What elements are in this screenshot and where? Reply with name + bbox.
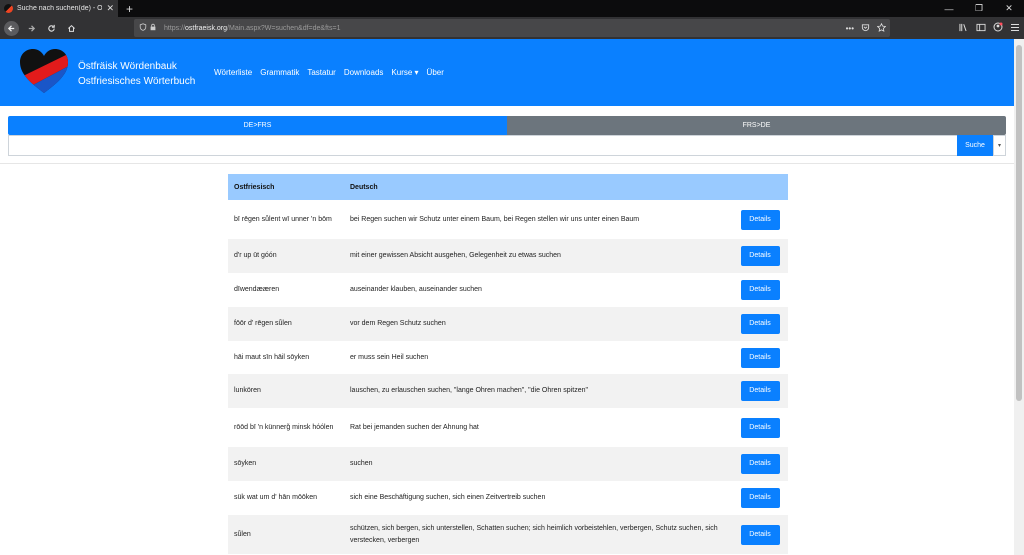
- browser-navbar: https://ostfraeisk.org/Main.aspx?W=suche…: [0, 17, 1024, 39]
- account-icon[interactable]: [993, 22, 1003, 34]
- table-row: rōōd bī 'n künnerǧ minsk hóólen Rat bei …: [228, 408, 788, 447]
- bookmark-star-icon[interactable]: [876, 22, 887, 34]
- cell-deutsch: lauschen, zu erlauschen suchen, "lange O…: [350, 387, 588, 394]
- menu-kurse-dropdown[interactable]: Kurse ▾: [391, 68, 418, 77]
- cell-deutsch: er muss sein Heil suchen: [350, 353, 429, 361]
- scrollbar-thumb[interactable]: [1016, 45, 1022, 401]
- page-actions-icon[interactable]: •••: [846, 24, 854, 33]
- cell-ostfriesisch: fōōr d' rēgen sǖlen: [234, 320, 292, 327]
- browser-tab-active[interactable]: Suche nach suchen(de) - Östfräi ✕: [0, 0, 118, 17]
- tab-title: Suche nach suchen(de) - Östfräi: [17, 5, 103, 12]
- url-text: https://ostfraeisk.org/Main.aspx?W=suche…: [164, 25, 340, 32]
- window-controls: — ❐ ✕: [934, 0, 1024, 17]
- page-scrollbar[interactable]: [1014, 39, 1024, 555]
- direction-de-frs-button[interactable]: DE>FRS: [8, 116, 507, 135]
- page-viewport: Östfräisk Wördenbauk Ostfriesisches Wört…: [0, 39, 1014, 555]
- restore-icon[interactable]: ❐: [964, 0, 994, 17]
- lock-icon[interactable]: [148, 23, 158, 33]
- new-tab-button[interactable]: +: [126, 3, 133, 15]
- details-button[interactable]: Details: [740, 381, 780, 401]
- tab-close-icon[interactable]: ✕: [106, 4, 114, 13]
- browser-toolbar-right: [959, 17, 1020, 39]
- cell-ostfriesisch: hāi maut sīn hāil sōyken: [234, 353, 310, 361]
- hamburger-menu-icon[interactable]: [1010, 23, 1020, 34]
- cell-deutsch: mit einer gewissen Absicht ausgehen, Gel…: [350, 252, 561, 259]
- pocket-icon[interactable]: [861, 23, 870, 34]
- cell-ostfriesisch: bī rēgen sǖlent wī unner 'n bōm: [234, 215, 332, 223]
- cell-ostfriesisch: sōyken: [234, 460, 257, 467]
- site-favicon-icon: [4, 4, 13, 13]
- cell-ostfriesisch: sük wat um d' hān mōōken: [234, 494, 318, 501]
- cell-ostfriesisch: d'r up ūt góón: [234, 252, 277, 259]
- search-bar: Suche ▾: [8, 135, 1006, 156]
- home-icon[interactable]: [63, 20, 79, 36]
- back-icon[interactable]: [4, 20, 19, 36]
- url-path: /Main.aspx?W=suchen&df=de&fts=1: [227, 24, 341, 32]
- cell-ostfriesisch: dīwendææren: [234, 286, 280, 293]
- cell-ostfriesisch: rōōd bī 'n künnerǧ minsk hóólen: [234, 423, 334, 431]
- details-button[interactable]: Details: [740, 246, 780, 266]
- table-row: fōōr d' rēgen sǖlen vor dem Regen Schutz…: [228, 307, 788, 341]
- cell-ostfriesisch: lunkören: [234, 387, 261, 394]
- column-header-ostfriesisch: Ostfriesisch: [234, 183, 275, 191]
- menu-ueber[interactable]: Über: [427, 68, 444, 77]
- table-row: hāi maut sīn hāil sōyken er muss sein He…: [228, 341, 788, 374]
- browser-tabbar: Suche nach suchen(de) - Östfräi ✕ + — ❐ …: [0, 0, 1024, 17]
- cell-deutsch: suchen: [350, 460, 373, 467]
- search-button[interactable]: Suche: [957, 135, 993, 156]
- menu-tastatur[interactable]: Tastatur: [307, 68, 335, 77]
- table-row: sǖlen schützen, sich bergen, sich unters…: [228, 515, 788, 554]
- site-brand[interactable]: Östfräisk Wördenbauk Ostfriesisches Wört…: [78, 59, 195, 89]
- address-bar[interactable]: https://ostfraeisk.org/Main.aspx?W=suche…: [134, 19, 890, 37]
- cell-deutsch: bei Regen suchen wir Schutz unter einem …: [350, 215, 640, 223]
- column-header-deutsch: Deutsch: [350, 183, 378, 191]
- details-button[interactable]: Details: [740, 524, 780, 545]
- details-button[interactable]: Details: [740, 209, 780, 230]
- menu-downloads[interactable]: Downloads: [344, 68, 384, 77]
- cell-deutsch: vor dem Regen Schutz suchen: [350, 320, 446, 327]
- table-row: bī rēgen sǖlent wī unner 'n bōm bei Rege…: [228, 200, 788, 239]
- forward-icon[interactable]: [23, 20, 39, 36]
- brand-title-de: Ostfriesisches Wörterbuch: [78, 76, 196, 87]
- url-host: ostfraeisk.org: [185, 24, 228, 32]
- cell-deutsch: Rat bei jemanden suchen der Ahnung hat: [350, 423, 479, 431]
- direction-toggle: DE>FRS FRS>DE: [8, 116, 1006, 135]
- menu-grammatik[interactable]: Grammatik: [260, 68, 299, 77]
- details-button[interactable]: Details: [740, 417, 780, 438]
- site-logo[interactable]: [18, 47, 70, 95]
- sidebar-icon[interactable]: [976, 23, 986, 34]
- tracking-shield-icon[interactable]: [138, 23, 148, 33]
- table-row: sük wat um d' hān mōōken sich eine Besch…: [228, 481, 788, 515]
- url-scheme: https://: [164, 24, 186, 32]
- main-menu: Wörterliste Grammatik Tastatur Downloads…: [214, 68, 444, 77]
- cell-ostfriesisch: sǖlen: [234, 530, 251, 538]
- cell-deutsch: sich eine Beschäftigung suchen, sich ein…: [350, 494, 546, 501]
- minimize-icon[interactable]: —: [934, 0, 964, 17]
- direction-frs-de-button[interactable]: FRS>DE: [507, 116, 1006, 135]
- window-close-icon[interactable]: ✕: [994, 0, 1024, 17]
- table-row: dīwendææren auseinander klauben, auseina…: [228, 273, 788, 307]
- table-row: sōyken suchen Details: [228, 447, 788, 481]
- reload-icon[interactable]: [43, 20, 59, 36]
- search-options-dropdown[interactable]: ▾: [993, 135, 1006, 156]
- details-button[interactable]: Details: [740, 488, 780, 508]
- cell-deutsch: schützen, sich bergen, sich unterstellen…: [350, 524, 718, 544]
- results-table: Ostfriesisch Deutsch bī rēgen sǖlent wī …: [228, 174, 788, 554]
- table-row: d'r up ūt góón mit einer gewissen Absich…: [228, 239, 788, 273]
- details-button[interactable]: Details: [740, 280, 780, 300]
- library-icon[interactable]: [959, 23, 969, 34]
- search-input[interactable]: [8, 135, 957, 156]
- cell-deutsch: auseinander klauben, auseinander suchen: [350, 286, 482, 293]
- table-row: lunkören lauschen, zu erlauschen suchen,…: [228, 374, 788, 408]
- site-header: Östfräisk Wördenbauk Ostfriesisches Wört…: [0, 39, 1014, 106]
- url-actions: •••: [846, 19, 887, 37]
- table-header: Ostfriesisch Deutsch: [228, 174, 788, 200]
- menu-woerterliste[interactable]: Wörterliste: [214, 68, 252, 77]
- details-button[interactable]: Details: [740, 347, 780, 368]
- divider: [0, 163, 1014, 164]
- brand-title-frs: Östfräisk Wördenbauk: [78, 61, 177, 72]
- details-button[interactable]: Details: [740, 314, 780, 334]
- details-button[interactable]: Details: [740, 454, 780, 474]
